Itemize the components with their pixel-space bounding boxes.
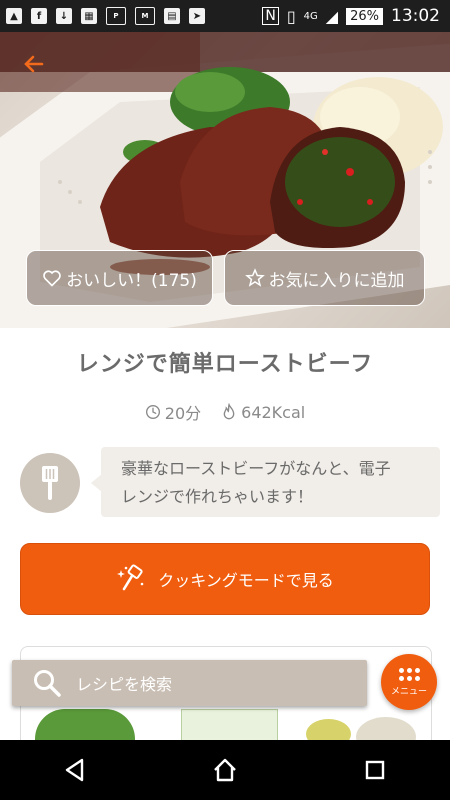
- favorite-label: お気に入りに追加: [268, 270, 405, 291]
- triangle-back-icon: [65, 758, 84, 782]
- grid-menu-icon: [398, 667, 420, 681]
- recipe-title: レンジで簡単ローストビーフ: [76, 352, 374, 377]
- nav-back-button[interactable]: [55, 750, 95, 790]
- ponta-icon: P: [106, 7, 126, 25]
- recipe-meta: 20分 642Kcal: [0, 400, 450, 424]
- nav-home-button[interactable]: [205, 750, 245, 790]
- flame-icon: [223, 403, 235, 420]
- download-icon: ↓: [56, 8, 72, 24]
- system-navigation-bar: [0, 740, 450, 800]
- calendar-icon: ▤: [164, 8, 180, 24]
- recipe-hero-image: おいしい！(175) お気に入りに追加: [0, 32, 450, 328]
- recipe-comment: 豪華なローストビーフがなんと、電子 レンジで作れちゃいます！: [101, 447, 440, 517]
- clock-icon: [145, 405, 160, 419]
- comment-line-1: 豪華なローストビーフがなんと、電子: [121, 459, 391, 478]
- back-arrow-icon[interactable]: [22, 52, 52, 82]
- add-favorite-button[interactable]: お気に入りに追加: [224, 250, 425, 306]
- nfc-icon: N: [262, 7, 279, 25]
- comment-line-2: レンジで作れちゃいます！: [121, 487, 314, 506]
- recipe-search-bar[interactable]: レシピを検索: [12, 660, 367, 706]
- home-icon: [214, 758, 236, 782]
- cook-time-value: 20分: [164, 404, 202, 423]
- status-time: 13:02: [391, 6, 440, 26]
- mobile-icon: M: [135, 7, 155, 25]
- heart-icon: [43, 270, 61, 287]
- sparkle-spatula-icon: [117, 564, 144, 591]
- search-icon: [34, 670, 61, 697]
- status-system-icons: N ▯ 4G ◢ 26% 13:02: [262, 6, 450, 26]
- gallery-icon: ▦: [81, 8, 97, 24]
- menu-button[interactable]: メニュー: [381, 654, 437, 710]
- author-avatar: [20, 453, 80, 513]
- network-type: 4G: [303, 10, 318, 22]
- signal-icon: ◢: [325, 6, 339, 26]
- cooking-mode-label: クッキングモードで見る: [158, 571, 334, 590]
- status-notification-icons: ▲ f ↓ ▦ P M ▤ ➤: [0, 7, 205, 25]
- battery-indicator: 26%: [346, 7, 383, 25]
- nav-recents-button[interactable]: [355, 750, 395, 790]
- search-placeholder: レシピを検索: [76, 675, 173, 694]
- status-bar: ▲ f ↓ ▦ P M ▤ ➤ N ▯ 4G ◢ 26% 13:02: [0, 0, 450, 32]
- facebook-icon: f: [31, 8, 47, 24]
- star-icon: [244, 268, 265, 287]
- maps-icon: ➤: [189, 8, 205, 24]
- back-arrow-glyph: [24, 55, 44, 73]
- vibrate-icon: ▯: [286, 6, 296, 26]
- like-button[interactable]: おいしい！(175): [26, 250, 213, 306]
- menu-label: メニュー: [390, 686, 427, 697]
- notification-icon: ▲: [6, 8, 22, 24]
- calories: 642Kcal: [221, 400, 305, 424]
- spatula-icon: [42, 466, 58, 500]
- cook-time: 20分: [145, 400, 201, 424]
- recents-square-icon: [365, 760, 385, 780]
- calories-value: 642Kcal: [241, 402, 306, 422]
- like-label: おいしい！(175): [66, 270, 197, 291]
- cooking-mode-button[interactable]: クッキングモードで見る: [20, 543, 430, 615]
